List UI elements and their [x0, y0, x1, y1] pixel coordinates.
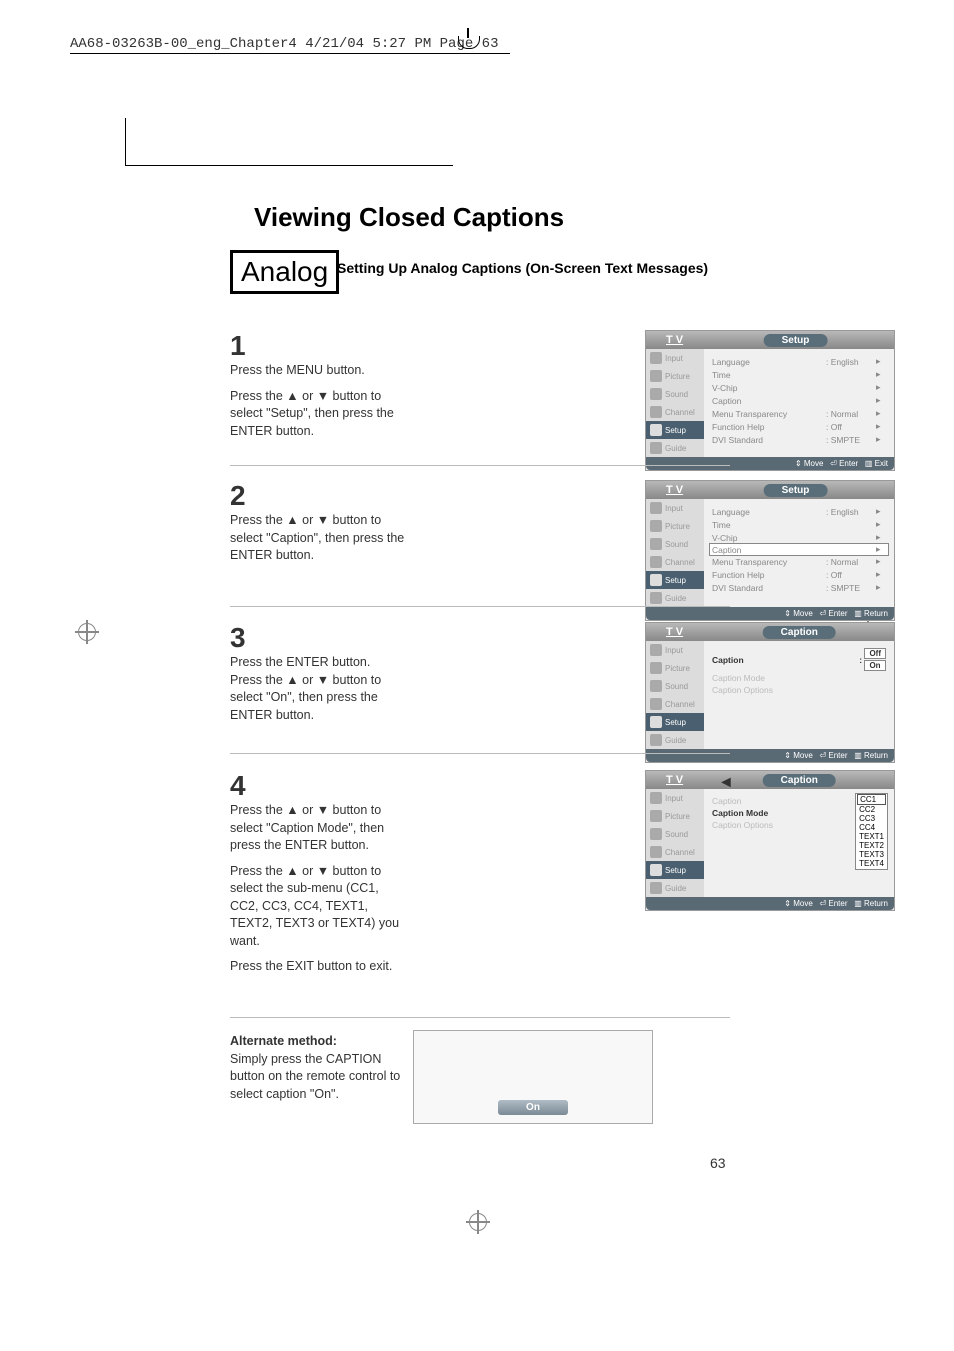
- step-text: Press the ▲ or ▼ button to select "Capti…: [230, 512, 405, 565]
- header-underline: [70, 53, 510, 54]
- analog-badge: Analog: [230, 250, 339, 294]
- step-3: 3 Press the ENTER button. Press the ▲ or…: [230, 622, 730, 732]
- tv-sidebar: Input Picture Sound Channel Setup Guide: [646, 349, 704, 457]
- corner-box: [125, 118, 453, 166]
- page-title: Viewing Closed Captions: [254, 202, 564, 233]
- menu-title: Setup: [764, 484, 828, 497]
- tv-label: T V: [646, 484, 683, 496]
- tv-footer: ⇕ Move ⏎ Enter ▥ Exit: [646, 457, 894, 470]
- alternate-display: On: [413, 1030, 653, 1124]
- page-subtitle: Setting Up Analog Captions (On-Screen Te…: [337, 260, 708, 276]
- caption-mode-options: CC1 CC2 CC3 CC4 TEXT1 TEXT2 TEXT3 TEXT4: [855, 793, 888, 870]
- step-text: Press the ENTER button. Press the ▲ or ▼…: [230, 654, 405, 724]
- step-1: 1 Press the MENU button. Press the ▲ or …: [230, 330, 730, 448]
- step-4: 4 Press the ▲ or ▼ button to select "Cap…: [230, 770, 730, 984]
- arrow-left-icon: ◄: [718, 774, 734, 792]
- divider: [230, 606, 730, 607]
- crop-mark-bottom: [466, 1210, 490, 1234]
- alternate-method: Alternate method: Simply press the CAPTI…: [230, 1033, 415, 1103]
- tv-menu-caption-1: T V Caption Input Picture Sound Channel …: [645, 622, 895, 763]
- tv-menu-caption-2: T V Caption Input Picture Sound Channel …: [645, 770, 895, 911]
- step-2: 2 Press the ▲ or ▼ button to select "Cap…: [230, 480, 730, 573]
- page-number: 63: [710, 1155, 726, 1171]
- step-text: Press the MENU button. Press the ▲ or ▼ …: [230, 362, 405, 440]
- crop-mark-left: [75, 620, 99, 644]
- tv-menu-setup-2: T V Setup Input Picture Sound Channel Se…: [645, 480, 895, 621]
- file-header: AA68-03263B-00_eng_Chapter4 4/21/04 5:27…: [70, 36, 498, 52]
- menu-title: Setup: [764, 334, 828, 347]
- divider: [230, 465, 730, 466]
- tv-label: T V: [646, 334, 683, 346]
- divider: [230, 1017, 730, 1018]
- crop-mark-top: [458, 28, 478, 52]
- divider: [230, 753, 730, 754]
- on-pill: On: [498, 1100, 568, 1115]
- step-text: Press the ▲ or ▼ button to select "Capti…: [230, 802, 405, 976]
- tv-menu-setup-1: T V Setup Input Picture Sound Channel Se…: [645, 330, 895, 471]
- tv-content: Language: English▸ Time▸ V-Chip▸ Caption…: [704, 349, 894, 457]
